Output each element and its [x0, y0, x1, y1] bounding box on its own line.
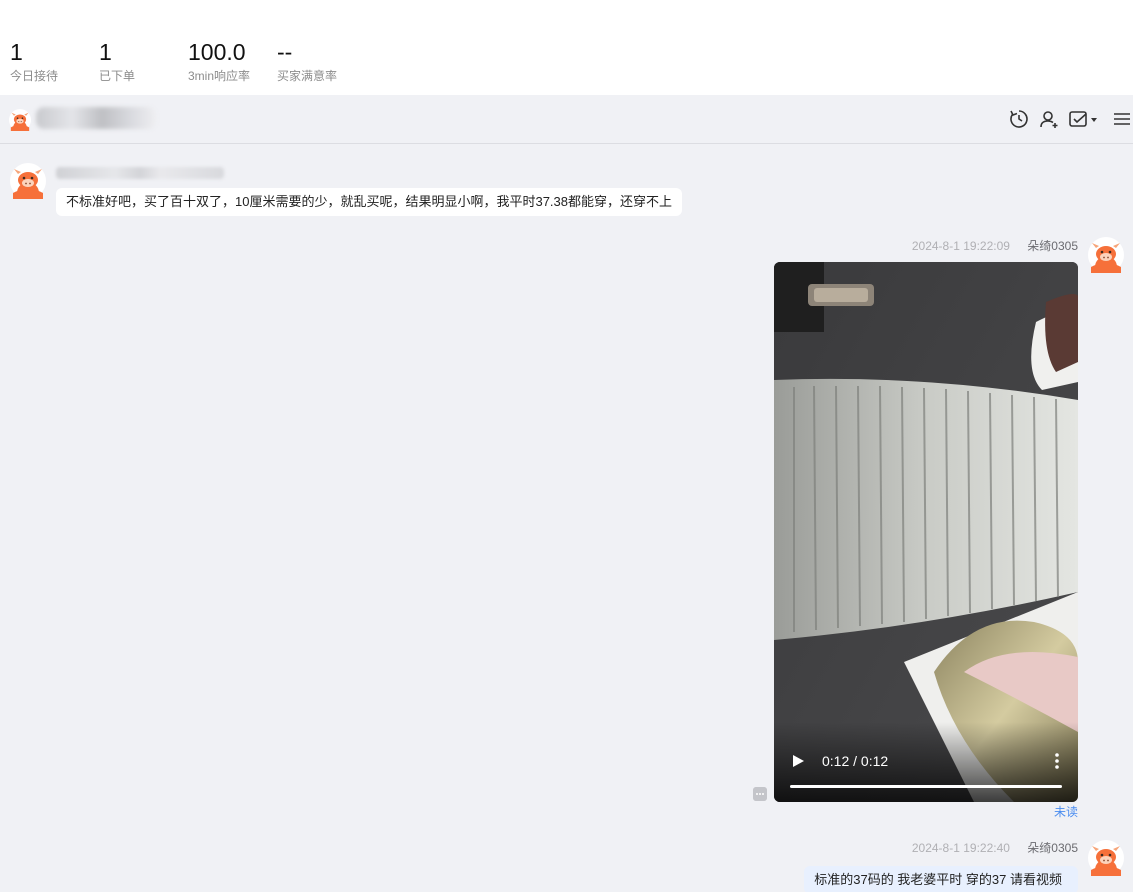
seller-avatar-icon[interactable]	[1088, 237, 1124, 273]
stat-response-rate: 100.0 3min响应率	[188, 38, 250, 84]
stat-label: 已下单	[99, 69, 136, 83]
video-controls: 0:12 / 0:12	[774, 722, 1078, 802]
seller-nickname: 朵绮0305	[1027, 239, 1078, 253]
more-vertical-icon[interactable]	[1054, 752, 1060, 770]
video-frame	[774, 262, 1078, 802]
video-progress-bar[interactable]	[790, 785, 1062, 788]
video-time: 0:12 / 0:12	[822, 753, 889, 769]
message-timestamp: 2024-8-1 19:22:09	[911, 239, 1010, 253]
stats-bar: 1 今日接待 1 已下单 100.0 3min响应率 -- 买家满意率	[0, 0, 1133, 95]
history-clock-icon[interactable]	[1008, 108, 1030, 130]
stat-label: 今日接待	[10, 69, 59, 83]
buyer-avatar-icon[interactable]	[10, 163, 46, 199]
stat-label: 买家满意率	[277, 69, 338, 83]
task-check-icon[interactable]	[1067, 108, 1099, 130]
seller-nickname: 朵绮0305	[1027, 841, 1078, 855]
seller-message-bubble: 标准的37码的 我老婆平时 穿的37 请看视频	[804, 866, 1078, 892]
stat-label: 3min响应率	[188, 69, 251, 83]
stat-buyer-satisfaction: -- 买家满意率	[277, 38, 337, 84]
video-message-meta: 2024-8-1 19:22:09 朵绮0305	[912, 238, 1078, 254]
play-icon[interactable]	[790, 752, 806, 770]
blurred-buyer-name	[36, 107, 156, 129]
message-options-icon[interactable]	[753, 787, 767, 801]
stat-value: --	[277, 39, 293, 65]
stat-today-reception: 1 今日接待	[10, 38, 58, 84]
stat-value: 1	[99, 39, 112, 65]
video-player[interactable]: 0:12 / 0:12	[774, 262, 1078, 802]
chat-header	[0, 95, 1133, 144]
stat-value: 1	[10, 39, 23, 65]
buyer-avatar-icon[interactable]	[9, 109, 31, 131]
buyer-message-bubble: 不标准好吧，买了百十双了，10厘米需要的少，就乱买呢，结果明显小啊，我平时37.…	[56, 188, 682, 216]
stat-value: 100.0	[188, 39, 246, 65]
user-add-icon[interactable]	[1038, 108, 1060, 130]
message-timestamp: 2024-8-1 19:22:40	[911, 841, 1010, 855]
blurred-buyer-meta	[56, 167, 224, 179]
text-message-meta: 2024-8-1 19:22:40 朵绮0305	[912, 840, 1078, 856]
menu-icon[interactable]	[1111, 108, 1133, 130]
stat-orders-placed: 1 已下单	[99, 38, 135, 84]
seller-avatar-icon[interactable]	[1088, 840, 1124, 876]
read-status: 未读	[1053, 805, 1078, 819]
